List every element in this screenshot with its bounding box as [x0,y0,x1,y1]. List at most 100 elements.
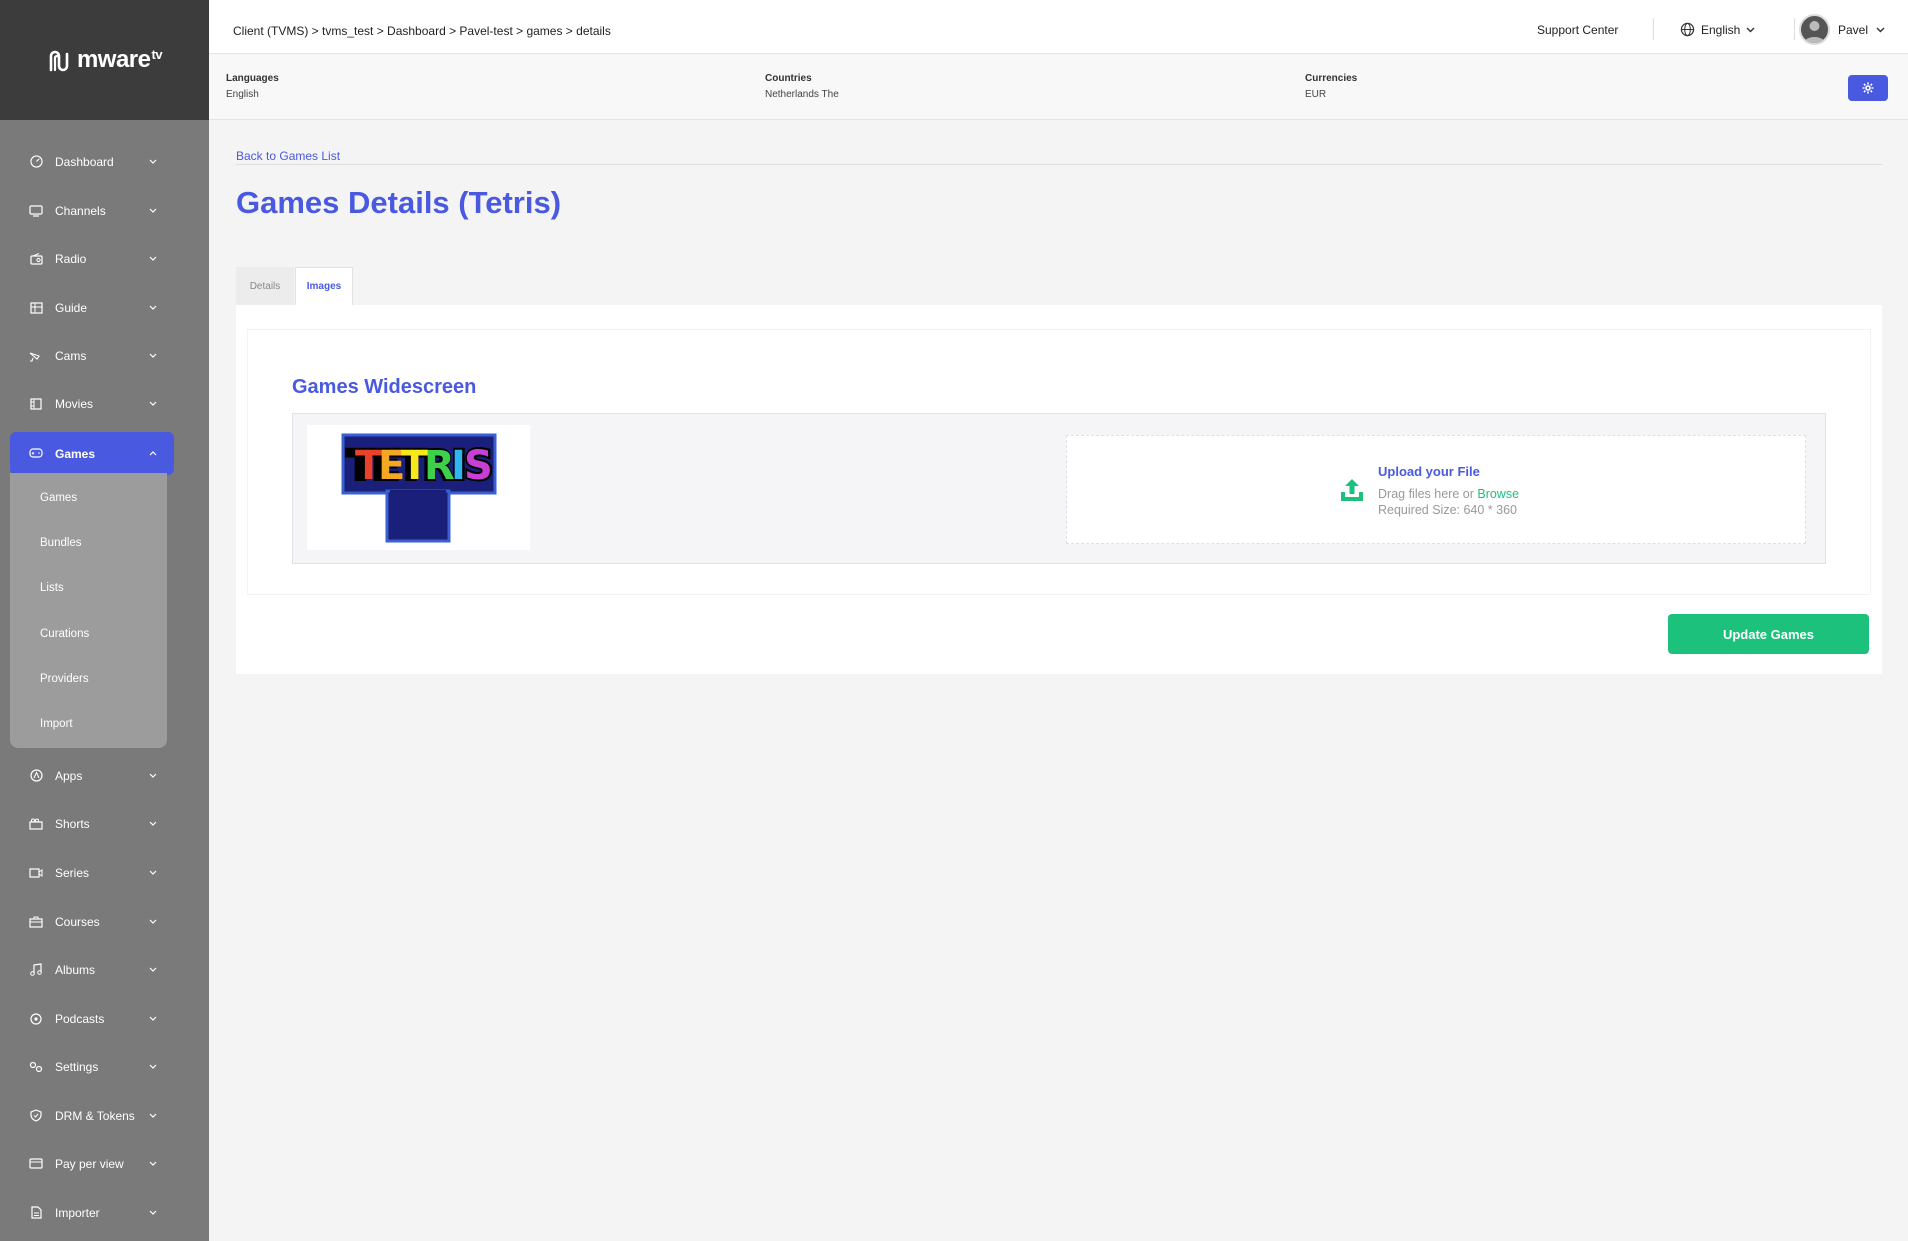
currencies-label: Currencies [1305,73,1358,84]
chevron-down-icon [148,967,158,972]
sidebar-item-courses[interactable]: Courses [10,900,174,943]
upload-title: Upload your File [1378,464,1480,479]
apps-icon [29,769,43,783]
chevron-down-icon [148,305,158,310]
film-icon [29,397,43,411]
chevron-down-icon [148,870,158,875]
back-to-games-link[interactable]: Back to Games List [236,149,340,163]
chevron-down-icon [148,401,158,406]
guide-icon [29,301,43,315]
countries-info: Countries Netherlands The [765,73,839,100]
user-menu[interactable]: Pavel [1799,14,1885,45]
courses-icon [29,915,43,929]
chevron-down-icon [1876,27,1885,32]
settings-icon [29,1060,43,1074]
chevron-down-icon [148,773,158,778]
brand-logo[interactable]: mware tv [47,46,163,74]
avatar [1799,14,1830,45]
games-submenu: Games Bundles Lists Curations Providers … [10,473,167,748]
sidebar-item-series[interactable]: Series [10,851,174,894]
file-dropzone[interactable]: Upload your File Drag files here or Brow… [1066,435,1806,544]
sidebar-item-settings[interactable]: Settings [10,1045,174,1088]
shield-icon [29,1109,43,1123]
tab-details[interactable]: Details [236,267,294,305]
sidebar-item-label: Courses [55,914,100,929]
browse-link[interactable]: Browse [1477,487,1519,501]
chevron-down-icon [148,1016,158,1021]
sidebar-item-apps[interactable]: Apps [10,754,174,797]
sidebar-item-drm-tokens[interactable]: DRM & Tokens [10,1094,174,1137]
sidebar-item-cams[interactable]: Cams [10,334,174,377]
sidebar-item-label: Settings [55,1059,99,1074]
user-icon [1804,21,1825,43]
sidebar-item-label: DRM & Tokens [55,1108,135,1123]
submenu-item-bundles[interactable]: Bundles [40,537,82,549]
required-size: Required Size: 640 * 360 [1378,503,1517,517]
podcast-icon [29,1012,43,1026]
section-title: Games Widescreen [292,376,477,398]
chevron-down-icon [148,208,158,213]
user-name: Pavel [1838,22,1869,37]
countries-value: Netherlands The [765,89,839,100]
chevron-down-icon [148,1064,158,1069]
sidebar-item-dashboard[interactable]: Dashboard [10,140,174,183]
sidebar-item-guide[interactable]: Guide [10,286,174,329]
sidebar-item-importer[interactable]: Importer [10,1191,174,1234]
divider [1794,18,1795,40]
chevron-down-icon [148,919,158,924]
submenu-item-games[interactable]: Games [40,492,77,504]
upload-instructions: Drag files here or Browse [1378,487,1519,501]
chevron-down-icon [148,353,158,358]
support-center-link[interactable]: Support Center [1537,23,1618,37]
sidebar-item-channels[interactable]: Channels [10,189,174,232]
tetris-logo-image: TETRIS T E T R I S [341,433,496,542]
sidebar-item-podcasts[interactable]: Podcasts [10,997,174,1040]
submenu-item-curations[interactable]: Curations [40,628,89,640]
countries-label: Countries [765,73,812,84]
globe-icon [1680,22,1695,37]
sidebar-item-label: Importer [55,1205,100,1220]
submenu-item-import[interactable]: Import [40,718,73,730]
gamepad-icon [29,447,43,461]
sidebar-item-label: Albums [55,962,96,977]
chevron-down-icon [148,1113,158,1118]
sidebar-item-games[interactable]: Games [10,432,174,475]
language-selector[interactable]: English [1680,22,1755,37]
logo-area: mware tv [0,0,209,120]
sidebar-item-movies[interactable]: Movies [10,382,174,425]
chevron-up-icon [148,451,158,456]
sidebar-item-pay-per-view[interactable]: Pay per view [10,1142,174,1185]
sidebar-item-label: Cams [55,348,87,363]
dashboard-icon [29,155,43,169]
mware-logo-icon [49,50,69,72]
top-bar: Client (TVMS) > tvms_test > Dashboard > … [209,0,1908,54]
page-title: Games Details (Tetris) [236,185,562,220]
sidebar-item-albums[interactable]: Albums [10,948,174,991]
image-thumbnail[interactable]: TETRIS T E T R I S [307,425,530,550]
submenu-item-lists[interactable]: Lists [40,582,64,594]
settings-button[interactable] [1848,75,1888,101]
sidebar-item-label: Pay per view [55,1156,124,1171]
chevron-down-icon [148,1161,158,1166]
sidebar-item-radio[interactable]: Radio [10,237,174,280]
update-games-button[interactable]: Update Games [1668,614,1869,654]
sidebar-item-label: Series [55,865,90,880]
sidebar-item-label: Podcasts [55,1011,105,1026]
upload-icon [1341,479,1363,501]
shorts-icon [29,817,43,831]
chevron-down-icon [1746,27,1755,32]
tab-images[interactable]: Images [295,267,353,305]
divider [1653,18,1654,40]
sidebar-item-label: Guide [55,300,88,315]
sidebar-item-shorts[interactable]: Shorts [10,802,174,845]
submenu-item-providers[interactable]: Providers [40,673,89,685]
breadcrumb[interactable]: Client (TVMS) > tvms_test > Dashboard > … [233,24,611,38]
chevron-down-icon [148,1210,158,1215]
music-icon [29,963,43,977]
sidebar-item-label: Channels [55,203,106,218]
monitor-icon [29,204,43,218]
video-icon [29,866,43,880]
svg-text:S: S [464,443,493,489]
sidebar-item-label: Radio [55,251,87,266]
drag-text: Drag files here or [1378,487,1478,501]
